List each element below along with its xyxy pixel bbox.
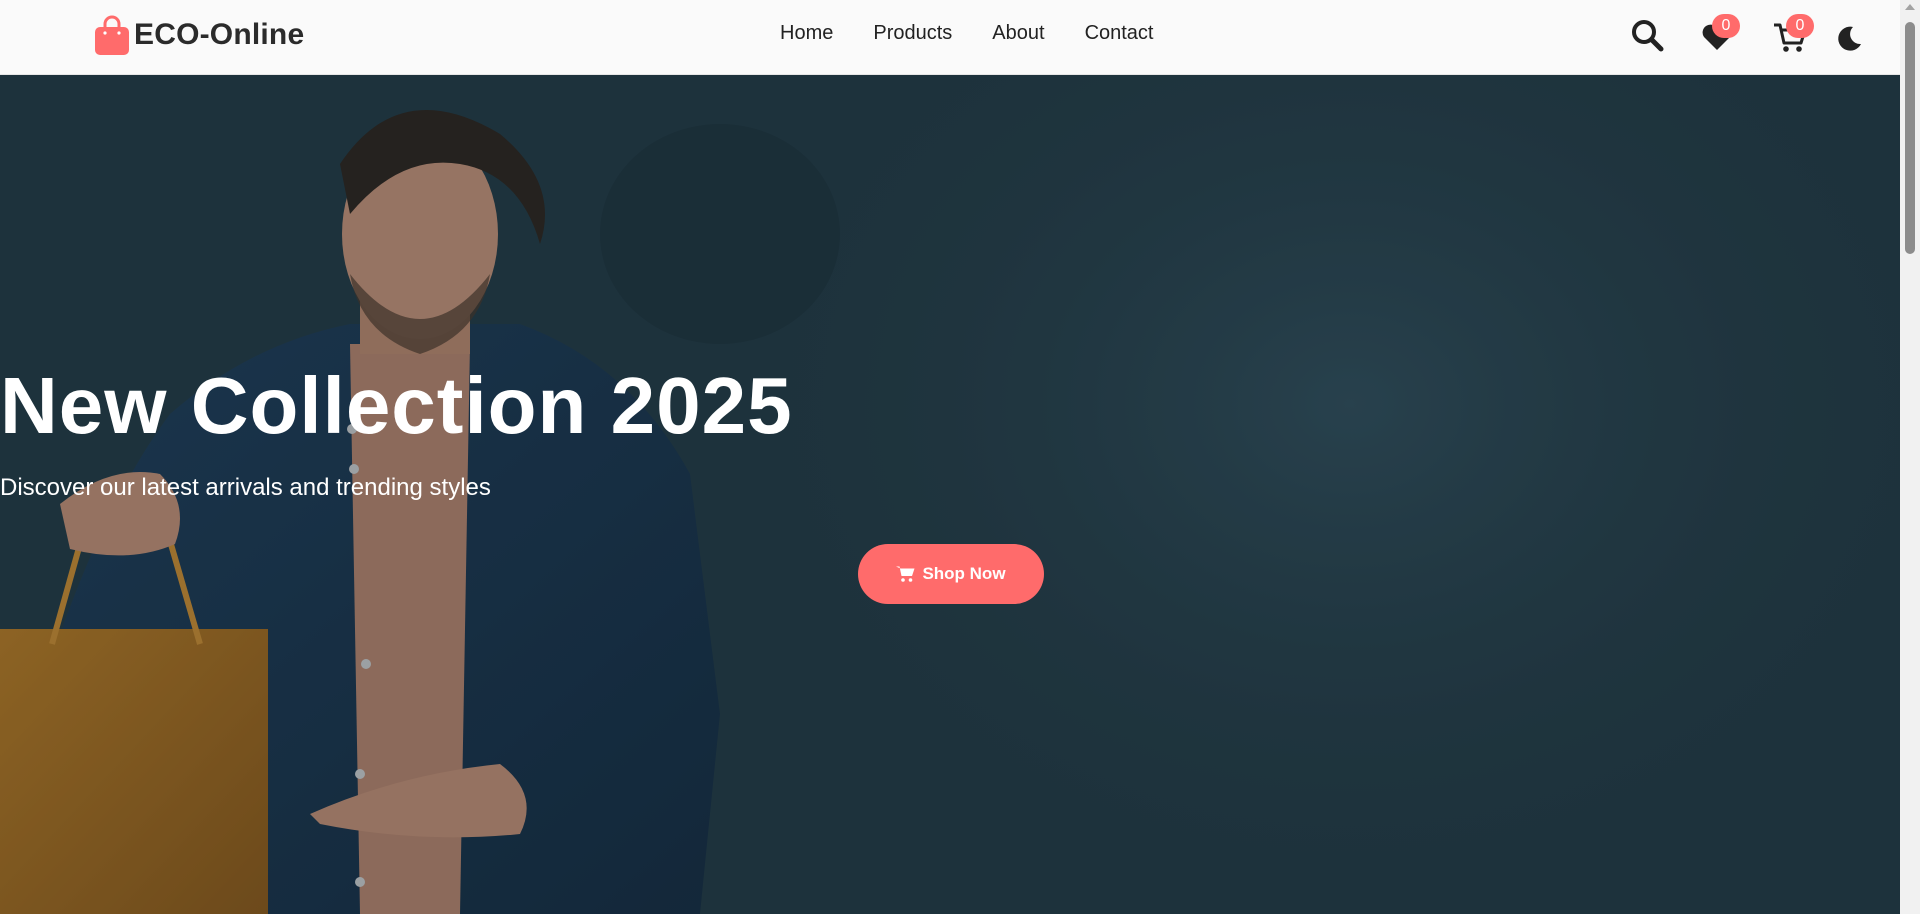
brand-logo-link[interactable]: ECO-Online (94, 14, 304, 56)
main-nav: Home Products About Contact (780, 22, 1154, 45)
wishlist-button[interactable]: 0 (1700, 14, 1740, 58)
scroll-up-arrow-icon[interactable] (1905, 4, 1915, 10)
hero-section: New Collection 2025 Discover our latest … (0, 74, 1900, 914)
moon-icon (1838, 26, 1861, 51)
shop-now-label: Shop Now (922, 564, 1006, 583)
cart-count-badge: 0 (1786, 14, 1814, 38)
nav-link-about[interactable]: About (992, 22, 1044, 45)
page-scrollbar[interactable] (1900, 0, 1920, 914)
search-button[interactable] (1630, 18, 1670, 58)
wishlist-count-badge: 0 (1712, 14, 1740, 38)
nav-link-contact[interactable]: Contact (1085, 22, 1154, 45)
cart-button[interactable]: 0 (1772, 14, 1814, 58)
nav-link-products[interactable]: Products (873, 22, 952, 45)
page: ECO-Online Home Products About Contact 0 (0, 0, 1920, 914)
shop-now-button[interactable]: Shop Now (858, 544, 1044, 604)
brand-name: ECO-Online (134, 18, 305, 51)
hero-subtitle: Discover our latest arrivals and trendin… (0, 474, 491, 501)
scrollbar-thumb[interactable] (1905, 22, 1915, 254)
hero-title: New Collection 2025 (0, 361, 793, 450)
header-actions: 0 0 (1620, 0, 1880, 74)
cart-icon (896, 566, 915, 582)
navbar: ECO-Online Home Products About Contact 0 (0, 0, 1900, 75)
nav-link-home[interactable]: Home (780, 22, 833, 45)
search-icon (1632, 20, 1664, 52)
theme-toggle-button[interactable] (1834, 24, 1874, 64)
shopping-bag-icon (95, 15, 129, 55)
